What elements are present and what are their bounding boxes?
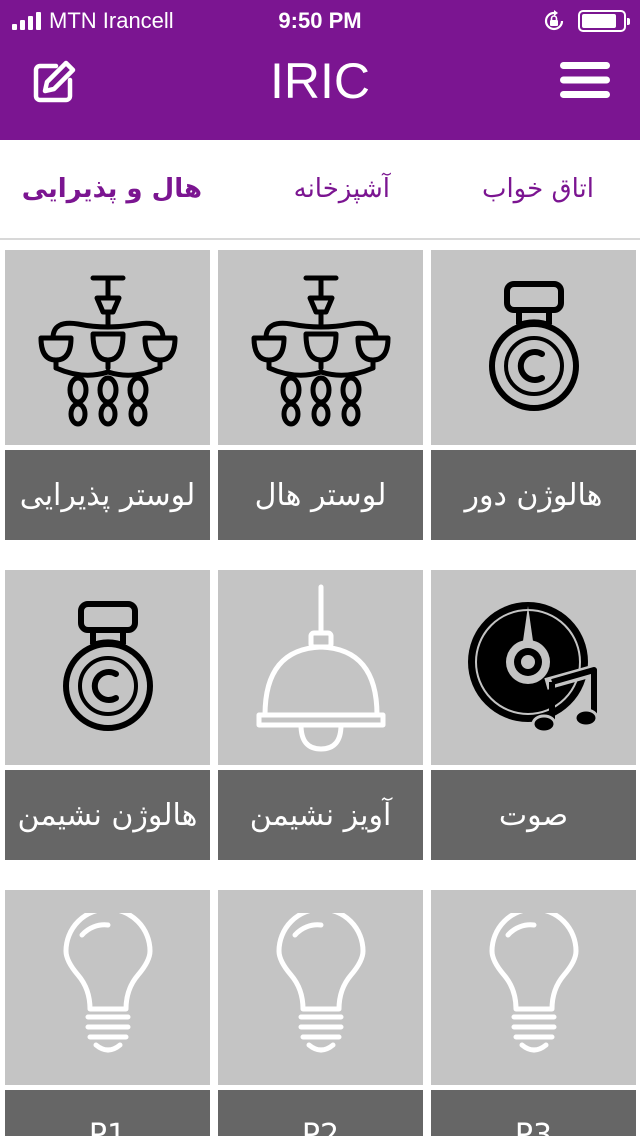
device-label: هالوژن نشیمن — [5, 770, 210, 860]
device-icon-area — [431, 570, 636, 765]
status-bar: MTN Irancell 9:50 PM — [0, 0, 640, 40]
device-label: P2 — [218, 1090, 423, 1136]
battery-icon — [578, 10, 630, 32]
device-icon-area — [5, 570, 210, 765]
device-card[interactable]: صوت — [431, 570, 636, 860]
device-card[interactable]: لوستر پذیرایی — [5, 250, 210, 540]
device-label: P3 — [431, 1090, 636, 1136]
light-bulb-icon — [276, 912, 365, 1052]
music-disc-icon — [467, 601, 602, 733]
device-label: P1 — [5, 1090, 210, 1136]
device-icon-area — [218, 250, 423, 445]
chandelier-icon — [251, 275, 390, 426]
app-header: MTN Irancell 9:50 PM IRIC — [0, 0, 640, 140]
device-label: لوستر پذیرایی — [5, 450, 210, 540]
status-right — [542, 9, 630, 33]
device-icon-area — [5, 890, 210, 1085]
tab-living-room[interactable]: هال و پذیرایی — [22, 174, 202, 204]
device-card[interactable]: هالوژن دور — [431, 250, 636, 540]
tab-kitchen[interactable]: آشپزخانه — [294, 174, 390, 204]
device-card[interactable]: لوستر هال — [218, 250, 423, 540]
device-label: آویز نشیمن — [218, 770, 423, 860]
tab-bedroom[interactable]: اتاق خواب — [482, 174, 594, 204]
light-bulb-icon — [489, 912, 578, 1052]
device-icon-area — [431, 890, 636, 1085]
chandelier-icon — [38, 275, 177, 426]
halogen-icon — [62, 600, 153, 731]
device-card[interactable]: هالوژن نشیمن — [5, 570, 210, 860]
pendant-lamp-icon — [256, 584, 385, 751]
device-icon-area — [431, 250, 636, 445]
app-title: IRIC — [270, 53, 370, 109]
device-card[interactable]: P2 — [218, 890, 423, 1136]
halogen-icon — [488, 280, 579, 411]
device-icon-area — [5, 250, 210, 445]
light-bulb-icon — [63, 912, 152, 1052]
device-card[interactable]: P3 — [431, 890, 636, 1136]
device-label: صوت — [431, 770, 636, 860]
hamburger-menu-icon[interactable] — [560, 60, 610, 100]
device-icon-area — [218, 570, 423, 765]
device-card[interactable]: P1 — [5, 890, 210, 1136]
room-tabs: اتاق خواب آشپزخانه هال و پذیرایی — [0, 140, 640, 240]
device-label: هالوژن دور — [431, 450, 636, 540]
device-icon-area — [218, 890, 423, 1085]
rotation-lock-icon — [544, 10, 564, 31]
device-label: لوستر هال — [218, 450, 423, 540]
device-card[interactable]: آویز نشیمن — [218, 570, 423, 860]
